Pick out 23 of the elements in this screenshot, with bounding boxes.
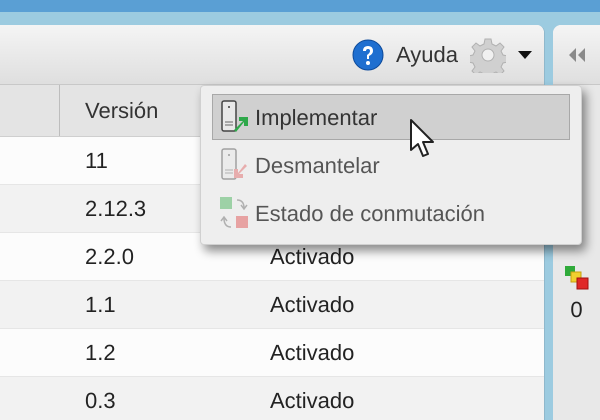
table-cell: 1.1 <box>85 292 116 317</box>
switch-icon <box>219 196 249 230</box>
table-cell-text: Activado <box>270 243 354 271</box>
table-cell: 1.2 <box>85 340 116 365</box>
table-cell: 2.2.0 <box>85 244 134 269</box>
help-link[interactable]: Ayuda <box>396 38 458 71</box>
table-cell: 0.3 <box>85 388 116 413</box>
status-squares-icon <box>564 265 590 291</box>
collapse-icon[interactable] <box>566 48 586 62</box>
table-cell: 11 <box>85 148 108 173</box>
server-remove-icon <box>219 148 249 182</box>
dropdown-caret-icon[interactable] <box>518 50 532 58</box>
help-icon[interactable] <box>352 38 384 70</box>
server-deploy-icon <box>219 100 249 134</box>
table-cell-text: Activado <box>270 291 354 319</box>
table-row[interactable]: 1.1 Activado <box>0 281 544 329</box>
table-cell: 2.12.3 <box>85 196 146 221</box>
menu-item[interactable]: Implementar <box>212 94 570 140</box>
status-count: 0 <box>570 296 583 324</box>
table-cell-text: Activado <box>270 339 354 367</box>
table-cell-text: Activado <box>270 387 354 415</box>
settings-icon[interactable] <box>470 36 506 72</box>
table-row[interactable]: 0.3 Activado <box>0 377 544 420</box>
